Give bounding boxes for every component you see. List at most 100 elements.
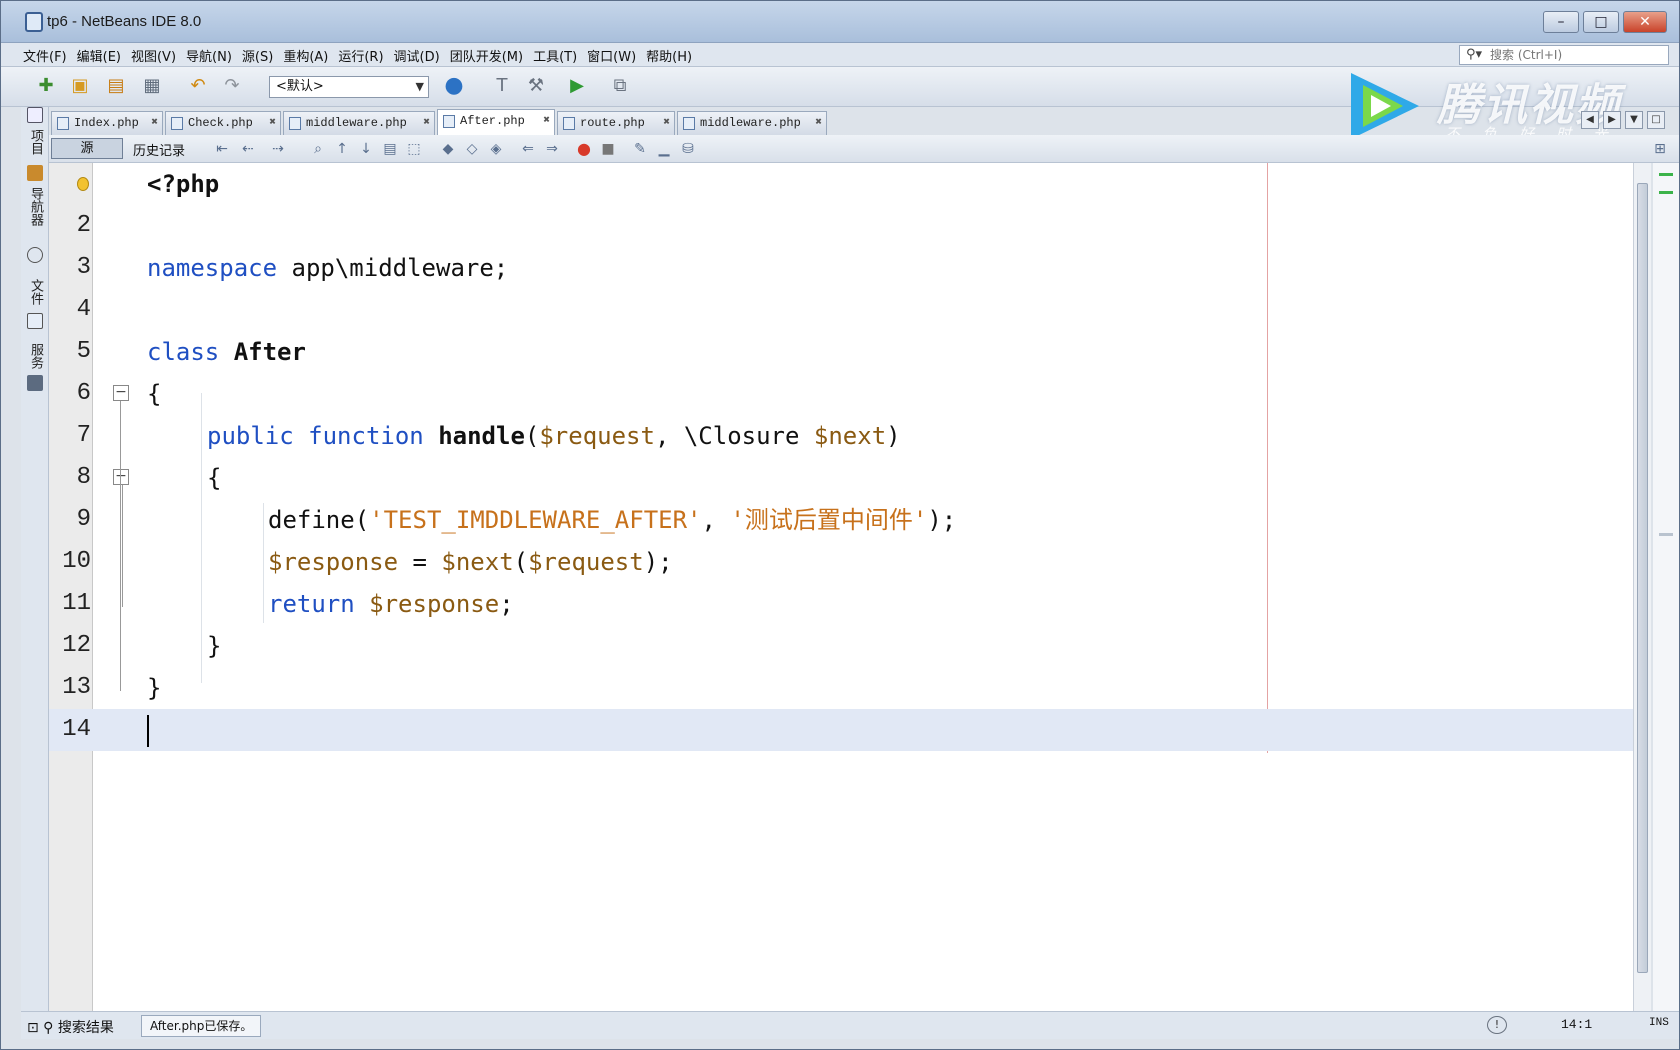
new-project-icon[interactable]: ▣ — [67, 73, 93, 99]
close-tab-icon[interactable]: ✖ — [543, 110, 550, 132]
fold-collapse-icon[interactable]: − — [113, 469, 129, 485]
history-view-button[interactable]: 历史记录 — [133, 140, 185, 159]
find-previous-icon[interactable]: ↑ — [333, 140, 351, 158]
chevron-down-icon: ▼ — [415, 80, 424, 93]
open-project-icon[interactable]: ▤ — [103, 73, 129, 99]
save-all-icon[interactable]: ▦ — [139, 73, 165, 99]
code-line-13: 13 } — [49, 667, 1633, 709]
title-bar: tp6 - NetBeans IDE 8.0 – □ ✕ — [1, 1, 1679, 43]
redo-icon[interactable]: ↷ — [219, 73, 245, 99]
code-text: return $response; — [268, 590, 514, 618]
browser-globe-icon[interactable]: ● — [441, 73, 467, 99]
minimize-button[interactable]: – — [1543, 11, 1579, 33]
close-tab-icon[interactable]: ✖ — [269, 112, 276, 134]
maximize-button[interactable]: □ — [1583, 11, 1619, 33]
search-box[interactable]: ⚲▾ — [1459, 45, 1669, 65]
code-editor[interactable]: <?php 2 3 namespace app\middleware; 4 5 … — [49, 163, 1633, 1011]
search-input[interactable] — [1490, 47, 1664, 63]
close-button[interactable]: ✕ — [1623, 11, 1667, 33]
side-tab-files[interactable]: 文件 — [25, 279, 45, 305]
line-number: 6 — [76, 380, 91, 407]
back-icon[interactable]: ⇠ — [239, 140, 257, 158]
code-line-7: 7 public function handle($request, \Clos… — [49, 415, 1633, 457]
record-macro-icon[interactable]: ● — [575, 140, 593, 158]
last-edit-icon[interactable]: ⇤ — [213, 140, 231, 158]
source-view-button[interactable]: 源 — [51, 138, 123, 159]
tab-list-icon[interactable]: ▼ — [1625, 111, 1643, 129]
code-text: } — [147, 674, 162, 702]
menu-window[interactable]: 窗口(W) — [587, 46, 636, 65]
close-tab-icon[interactable]: ✖ — [151, 112, 158, 134]
netbeans-app-icon — [25, 12, 43, 32]
shift-right-icon[interactable]: ⇒ — [543, 140, 561, 158]
menu-help[interactable]: 帮助(H) — [646, 46, 692, 65]
search-results-tab[interactable]: ⊡ ⚲ 搜索结果 — [27, 1017, 114, 1037]
find-next-icon[interactable]: ↓ — [357, 140, 375, 158]
hint-bulb-icon[interactable] — [77, 177, 89, 191]
code-line-3: 3 namespace app\middleware; — [49, 247, 1633, 289]
tab-middleware-php-2[interactable]: middleware.php ✖ — [677, 111, 827, 135]
stop-macro-icon[interactable]: ■ — [599, 140, 617, 158]
vertical-scrollbar[interactable] — [1633, 163, 1651, 1011]
fold-collapse-icon[interactable]: − — [113, 385, 129, 401]
line-number: 4 — [76, 296, 91, 323]
notifications-icon[interactable]: ! — [1487, 1016, 1507, 1034]
database-icon[interactable]: ⛁ — [679, 140, 697, 158]
forward-icon[interactable]: ⇢ — [269, 140, 287, 158]
editor-toolbar: 源 历史记录 ⇤ ⇠ ⇢ ⌕ ↑ ↓ ▤ ⬚ ◆ ◇ ◈ ⇐ ⇒ ● ■ ✎ ▁… — [49, 135, 1679, 163]
menu-file[interactable]: 文件(F) — [23, 46, 67, 65]
tab-controls: ◀ ▶ ▼ □ — [1581, 111, 1665, 129]
close-tab-icon[interactable]: ✖ — [423, 112, 430, 134]
menu-edit[interactable]: 编辑(E) — [77, 46, 121, 65]
scroll-tabs-left-icon[interactable]: ◀ — [1581, 111, 1599, 129]
toggle-bookmark-icon[interactable]: ◈ — [487, 140, 505, 158]
find-selection-icon[interactable]: ⌕ — [309, 140, 327, 158]
shift-left-icon[interactable]: ⇐ — [519, 140, 537, 158]
menu-run[interactable]: 运行(R) — [338, 46, 383, 65]
tab-middleware-php[interactable]: middleware.php ✖ — [283, 111, 435, 135]
undo-icon[interactable]: ↶ — [185, 73, 211, 99]
window-title: tp6 - NetBeans IDE 8.0 — [47, 13, 202, 30]
maximize-editor-icon[interactable]: □ — [1647, 111, 1665, 129]
tab-index-php[interactable]: Index.php ✖ — [51, 111, 163, 135]
close-tab-icon[interactable]: ✖ — [663, 112, 670, 134]
build-hammer-icon[interactable]: T — [489, 73, 515, 99]
scrollbar-thumb[interactable] — [1637, 183, 1648, 973]
uncomment-icon[interactable]: ▁ — [655, 140, 673, 158]
next-bookmark-icon[interactable]: ◇ — [463, 140, 481, 158]
toggle-rect-select-icon[interactable]: ⬚ — [405, 140, 423, 158]
menu-debug[interactable]: 调试(D) — [394, 46, 440, 65]
side-tab-projects[interactable]: 项目 — [25, 129, 45, 155]
new-file-icon[interactable]: ✚ — [33, 73, 59, 99]
tab-check-php[interactable]: Check.php ✖ — [165, 111, 281, 135]
debug-icon[interactable]: ⧉ — [607, 73, 633, 99]
comment-icon[interactable]: ✎ — [631, 140, 649, 158]
services-icon — [27, 375, 43, 391]
menu-bar: 文件(F) 编辑(E) 视图(V) 导航(N) 源(S) 重构(A) 运行(R)… — [1, 43, 1679, 67]
close-tab-icon[interactable]: ✖ — [815, 112, 822, 134]
fold-guide — [122, 485, 123, 607]
code-line-6: 6 − { — [49, 373, 1633, 415]
configuration-select[interactable]: <默认> ▼ — [269, 76, 429, 98]
menu-navigate[interactable]: 导航(N) — [186, 46, 232, 65]
menu-team[interactable]: 团队开发(M) — [450, 46, 523, 65]
side-tab-navigator[interactable]: 导航器 — [25, 187, 45, 226]
split-editor-icon[interactable]: ⊞ — [1651, 140, 1669, 158]
previous-bookmark-icon[interactable]: ◆ — [439, 140, 457, 158]
menu-tools[interactable]: 工具(T) — [533, 46, 577, 65]
clean-build-icon[interactable]: ⚒ — [523, 73, 549, 99]
side-tab-services[interactable]: 服务 — [25, 343, 45, 369]
menu-refactor[interactable]: 重构(A) — [283, 46, 328, 65]
code-line-4: 4 — [49, 289, 1633, 331]
menu-view[interactable]: 视图(V) — [131, 46, 176, 65]
scroll-tabs-right-icon[interactable]: ▶ — [1603, 111, 1621, 129]
toggle-highlight-icon[interactable]: ▤ — [381, 140, 399, 158]
tab-after-php[interactable]: After.php ✖ — [437, 109, 555, 135]
change-mark — [1659, 191, 1673, 194]
menu-source[interactable]: 源(S) — [242, 46, 273, 65]
indent-guide — [263, 503, 264, 623]
run-icon[interactable]: ▶ — [564, 73, 590, 99]
panel-restore-icon[interactable] — [27, 107, 43, 123]
tab-route-php[interactable]: route.php ✖ — [557, 111, 675, 135]
tab-label: Index.php — [74, 116, 139, 130]
